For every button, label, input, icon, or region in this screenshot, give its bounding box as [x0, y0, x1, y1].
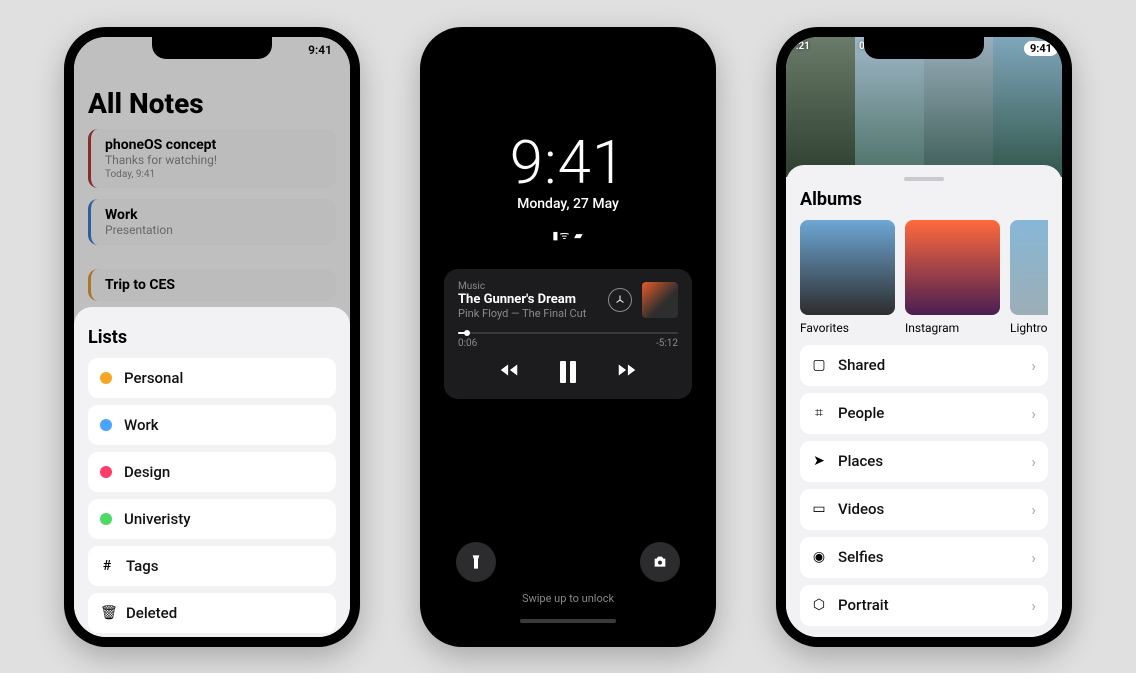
list-label: Work: [124, 416, 324, 434]
albums-title: Albums: [800, 189, 1048, 210]
photos-screen: 7:210:151:439:41 Albums FavoritesInstagr…: [786, 37, 1062, 637]
color-dot: [100, 513, 112, 525]
chevron-right-icon: ›: [1031, 548, 1036, 567]
home-indicator[interactable]: [520, 619, 616, 623]
category-row-videos[interactable]: ▭ Videos ›: [800, 489, 1048, 530]
category-label: Places: [838, 452, 1019, 470]
places-icon: ➤: [812, 453, 826, 469]
list-label: Univeristy: [124, 510, 324, 528]
album-thumbnail: [800, 220, 895, 315]
lock-time: 9:41: [430, 127, 706, 198]
album-tile-instagram[interactable]: Instagram: [905, 220, 1000, 335]
lists-title: Lists: [88, 327, 336, 348]
note-date: Today, 9:41: [105, 169, 326, 180]
list-label: Design: [124, 463, 324, 481]
sheet-grabber[interactable]: [904, 177, 944, 181]
chevron-right-icon: ›: [1031, 500, 1036, 519]
status-time: 9:41: [308, 43, 332, 57]
category-row-places[interactable]: ➤ Places ›: [800, 441, 1048, 482]
video-duration: 7:21: [790, 41, 810, 52]
lists-sheet: Lists Personal Work Design Univeristy # Tags 🗑…: [74, 307, 350, 637]
status-time: 9:41: [1024, 41, 1058, 56]
color-dot: [100, 372, 112, 384]
music-source: Music: [458, 281, 598, 292]
music-title: The Gunner's Dream: [458, 292, 598, 307]
category-label: Selfies: [838, 548, 1019, 566]
list-label: Tags: [126, 557, 324, 575]
lock-status-icons: ▮ᯤ ▰: [430, 228, 706, 243]
progress-track[interactable]: [458, 332, 678, 334]
notes-screen: 9:41 All Notes phoneOS conceptThanks for…: [74, 37, 350, 637]
category-row-shared[interactable]: ▢ Shared ›: [800, 345, 1048, 386]
chevron-right-icon: ›: [1031, 596, 1036, 615]
lock-date: Monday, 27 May: [430, 196, 706, 212]
category-label: Portrait: [838, 596, 1019, 614]
notch: [508, 37, 628, 59]
forward-button[interactable]: [616, 359, 638, 385]
photo-thumbnail[interactable]: 9:41: [993, 37, 1062, 177]
list-label: Personal: [124, 369, 324, 387]
category-row-people[interactable]: ⌗ People ›: [800, 393, 1048, 434]
shared-icon: ▢: [812, 357, 826, 373]
rewind-button[interactable]: [498, 359, 520, 385]
list-row-personal[interactable]: Personal: [88, 358, 336, 398]
album-thumbnail: [905, 220, 1000, 315]
page-title: All Notes: [88, 87, 204, 120]
note-card[interactable]: Trip to CES: [88, 269, 336, 301]
album-tile-lightroom[interactable]: Lightroom: [1010, 220, 1048, 335]
note-subtitle: Thanks for watching!: [105, 153, 326, 167]
airplay-button[interactable]: [608, 288, 632, 312]
people-icon: ⌗: [812, 405, 826, 421]
note-card[interactable]: WorkPresentation: [88, 199, 336, 245]
time-elapsed: 0:06: [458, 338, 477, 349]
videos-icon: ▭: [812, 501, 826, 517]
list-label: Deleted: [126, 604, 324, 622]
album-thumbnail: [1010, 220, 1048, 315]
category-label: People: [838, 404, 1019, 422]
flashlight-button[interactable]: [456, 542, 496, 582]
chevron-right-icon: ›: [1031, 452, 1036, 471]
album-label: Lightroom: [1010, 321, 1048, 335]
list-row-deleted[interactable]: 🗑 Deleted: [88, 593, 336, 633]
list-row-design[interactable]: Design: [88, 452, 336, 492]
note-title: Trip to CES: [105, 277, 326, 293]
unlock-hint: Swipe up to unlock: [522, 592, 614, 605]
notch: [152, 37, 272, 59]
note-title: Work: [105, 207, 326, 223]
chevron-right-icon: ›: [1031, 404, 1036, 423]
tags-icon: #: [100, 558, 114, 574]
music-artist: Pink Floyd — The Final Cut: [458, 307, 598, 320]
list-row-tags[interactable]: # Tags: [88, 546, 336, 586]
phone-lockscreen: 9:41 Monday, 27 May ▮ᯤ ▰ Music The Gunne…: [420, 27, 716, 647]
color-dot: [100, 466, 112, 478]
photo-thumbnail[interactable]: 7:21: [786, 37, 855, 177]
notch: [864, 37, 984, 59]
chevron-right-icon: ›: [1031, 356, 1036, 375]
portrait-icon: ⬡: [812, 597, 826, 613]
camera-button[interactable]: [640, 542, 680, 582]
albums-sheet: Albums Favorites Instagram Lightroom ▢ Shar…: [786, 165, 1062, 637]
note-title: phoneOS concept: [105, 137, 326, 153]
time-remaining: -5:12: [656, 338, 678, 349]
album-label: Instagram: [905, 321, 1000, 335]
category-label: Videos: [838, 500, 1019, 518]
note-subtitle: Presentation: [105, 223, 326, 237]
note-card[interactable]: phoneOS conceptThanks for watching! Today…: [88, 129, 336, 188]
category-row-portrait[interactable]: ⬡ Portrait ›: [800, 585, 1048, 626]
list-row-university[interactable]: Univeristy: [88, 499, 336, 539]
list-row-work[interactable]: Work: [88, 405, 336, 445]
deleted-icon: 🗑: [100, 605, 114, 621]
lock-screen: 9:41 Monday, 27 May ▮ᯤ ▰ Music The Gunne…: [430, 37, 706, 637]
album-label: Favorites: [800, 321, 895, 335]
pause-button[interactable]: [560, 361, 576, 383]
album-tile-favorites[interactable]: Favorites: [800, 220, 895, 335]
music-widget[interactable]: Music The Gunner's Dream Pink Floyd — Th…: [444, 269, 692, 399]
phone-photos: 7:210:151:439:41 Albums FavoritesInstagr…: [776, 27, 1072, 647]
color-dot: [100, 419, 112, 431]
selfies-icon: ◉: [812, 549, 826, 565]
category-label: Shared: [838, 356, 1019, 374]
category-row-selfies[interactable]: ◉ Selfies ›: [800, 537, 1048, 578]
album-artwork: [642, 282, 678, 318]
phone-notes: 9:41 All Notes phoneOS conceptThanks for…: [64, 27, 360, 647]
